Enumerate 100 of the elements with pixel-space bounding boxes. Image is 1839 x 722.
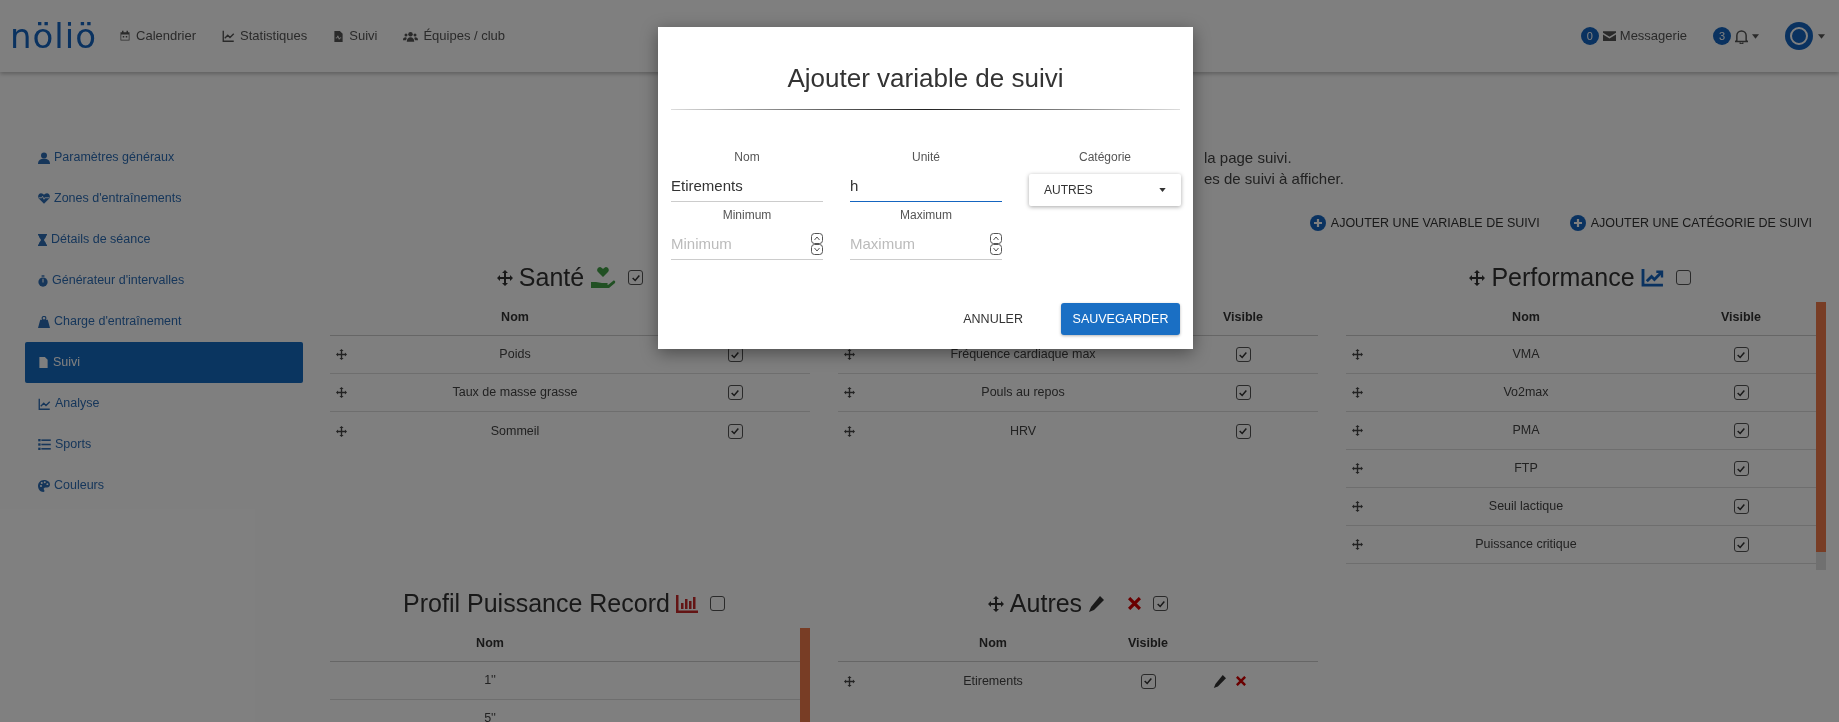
spinner-icon bbox=[811, 233, 823, 255]
checkbox[interactable] bbox=[727, 423, 743, 439]
sidebar-item[interactable]: Charge d'entraînement bbox=[25, 301, 303, 342]
table-cell-text: Puissance critique bbox=[1474, 536, 1578, 554]
logo[interactable]: nöliö bbox=[10, 19, 98, 53]
table-cell-text: Taux de masse grasse bbox=[451, 384, 579, 402]
messages-label: Messagerie bbox=[1619, 27, 1687, 46]
column-header: Visible bbox=[1221, 309, 1265, 327]
caret-icon bbox=[1752, 33, 1759, 39]
move-icon bbox=[1352, 501, 1363, 512]
move-icon bbox=[1352, 539, 1363, 550]
checkbox[interactable] bbox=[1235, 423, 1251, 439]
stopwatch-icon bbox=[38, 274, 48, 287]
checkbox[interactable] bbox=[727, 385, 743, 400]
input-field[interactable]: Etirements bbox=[671, 170, 823, 202]
intro-text: es de suivi à afficher. bbox=[1204, 169, 1345, 189]
avatar-icon bbox=[1785, 22, 1813, 50]
table-cell-text: FTP bbox=[1513, 460, 1539, 478]
nav-link[interactable]: Calendrier bbox=[119, 26, 197, 46]
chart-icon bbox=[38, 397, 51, 410]
checkbox[interactable] bbox=[1733, 461, 1749, 476]
palette-icon bbox=[38, 479, 50, 492]
sidebar-item[interactable]: Sports bbox=[25, 424, 303, 465]
checkbox[interactable] bbox=[1733, 499, 1749, 514]
move-icon bbox=[1469, 269, 1486, 286]
category-select[interactable]: AUTRES bbox=[1029, 174, 1181, 206]
field-label: Nom bbox=[733, 149, 761, 166]
checkbox[interactable] bbox=[1733, 537, 1749, 552]
sidebar-item[interactable]: Détails de séance bbox=[25, 219, 303, 260]
save-button[interactable]: SAUVEGARDER bbox=[1061, 303, 1180, 335]
table-cell-text: Seuil lactique bbox=[1487, 498, 1565, 516]
checkbox[interactable] bbox=[1675, 270, 1691, 285]
table-cell-text: Pouls au repos bbox=[980, 384, 1066, 402]
checkmark-icon bbox=[1736, 501, 1746, 512]
plus-icon bbox=[1569, 215, 1586, 231]
nav-link[interactable]: Statistiques bbox=[222, 26, 308, 46]
move-icon bbox=[1352, 425, 1363, 436]
scrollbar[interactable] bbox=[800, 628, 810, 722]
sidebar-item[interactable]: Suivi bbox=[25, 342, 303, 383]
profile-menu[interactable] bbox=[1785, 22, 1825, 50]
checkbox[interactable] bbox=[1733, 347, 1749, 362]
hourglass-icon bbox=[38, 233, 47, 246]
user-icon bbox=[38, 151, 50, 164]
table-cell-text: Fréquence cardiaque max bbox=[949, 346, 1097, 364]
checkbox[interactable] bbox=[1153, 596, 1169, 611]
table-cell-text: VMA bbox=[1511, 346, 1541, 364]
checkbox[interactable] bbox=[709, 596, 725, 611]
move-icon bbox=[844, 425, 855, 437]
checkbox[interactable] bbox=[1235, 347, 1251, 362]
move-icon bbox=[844, 387, 855, 398]
add-link[interactable]: AJOUTER UNE VARIABLE DE SUIVI bbox=[1309, 213, 1540, 233]
scrollbar[interactable] bbox=[1816, 302, 1826, 552]
sidebar-item[interactable]: Zones d'entraînements bbox=[25, 178, 303, 219]
column-header: Visible bbox=[1126, 635, 1170, 653]
file-icon bbox=[38, 356, 49, 369]
sidebar-item[interactable]: Analyse bbox=[25, 383, 303, 424]
checkbox[interactable] bbox=[1733, 385, 1749, 400]
calendar-icon bbox=[119, 30, 132, 42]
table-cell-text: 1'' bbox=[483, 672, 497, 690]
plus-icon bbox=[1309, 215, 1326, 231]
checkbox[interactable] bbox=[1140, 673, 1156, 689]
table-cell-text: Vo2max bbox=[1502, 384, 1550, 402]
caret-icon bbox=[1159, 188, 1166, 192]
checkmark-icon bbox=[1736, 425, 1746, 436]
notifications-button[interactable]: 3 bbox=[1713, 27, 1759, 45]
move-icon bbox=[336, 387, 347, 398]
checkbox[interactable] bbox=[628, 270, 644, 285]
checkmark-icon bbox=[1143, 676, 1153, 686]
nav-link[interactable]: Suivi bbox=[333, 26, 378, 46]
pencil-icon bbox=[1088, 595, 1105, 612]
field-label: Catégorie bbox=[1078, 149, 1132, 166]
number-field[interactable]: Maximum bbox=[850, 228, 1002, 260]
sidebar-item[interactable]: Paramètres généraux bbox=[25, 137, 303, 178]
category-title: Santé bbox=[518, 261, 585, 293]
add-link[interactable]: AJOUTER UNE CATÉGORIE DE SUIVI bbox=[1569, 213, 1812, 233]
hand-heart-icon bbox=[590, 265, 617, 290]
bell-icon bbox=[1735, 28, 1748, 44]
number-field[interactable]: Minimum bbox=[671, 228, 823, 260]
column-header: Nom bbox=[978, 635, 1008, 653]
file-icon bbox=[333, 29, 345, 43]
checkbox[interactable] bbox=[1733, 423, 1749, 438]
category-title: Profil Puissance Record bbox=[403, 587, 670, 619]
checkmark-icon bbox=[1155, 598, 1166, 609]
table-cell-text: PMA bbox=[1511, 422, 1541, 440]
heart-icon bbox=[38, 193, 50, 204]
messages-link[interactable]: 0 Messagerie bbox=[1580, 26, 1687, 46]
cancel-button[interactable]: ANNULER bbox=[949, 303, 1037, 335]
sidebar-item[interactable]: Générateur d'intervalles bbox=[25, 260, 303, 301]
checkmark-icon bbox=[630, 272, 641, 283]
checkmark-icon bbox=[1238, 426, 1248, 436]
table-cell-text: 5'' bbox=[483, 710, 497, 722]
move-icon bbox=[844, 675, 855, 687]
sidebar-item[interactable]: Couleurs bbox=[25, 465, 303, 506]
move-icon bbox=[844, 349, 855, 360]
checkmark-icon bbox=[730, 387, 740, 398]
input-field[interactable]: h bbox=[850, 170, 1002, 202]
nav-link[interactable]: Équipes / club bbox=[403, 26, 506, 46]
checkbox[interactable] bbox=[1235, 385, 1251, 400]
field-label: Maximum bbox=[899, 207, 953, 224]
table-cell-text: Etirements bbox=[962, 672, 1024, 690]
